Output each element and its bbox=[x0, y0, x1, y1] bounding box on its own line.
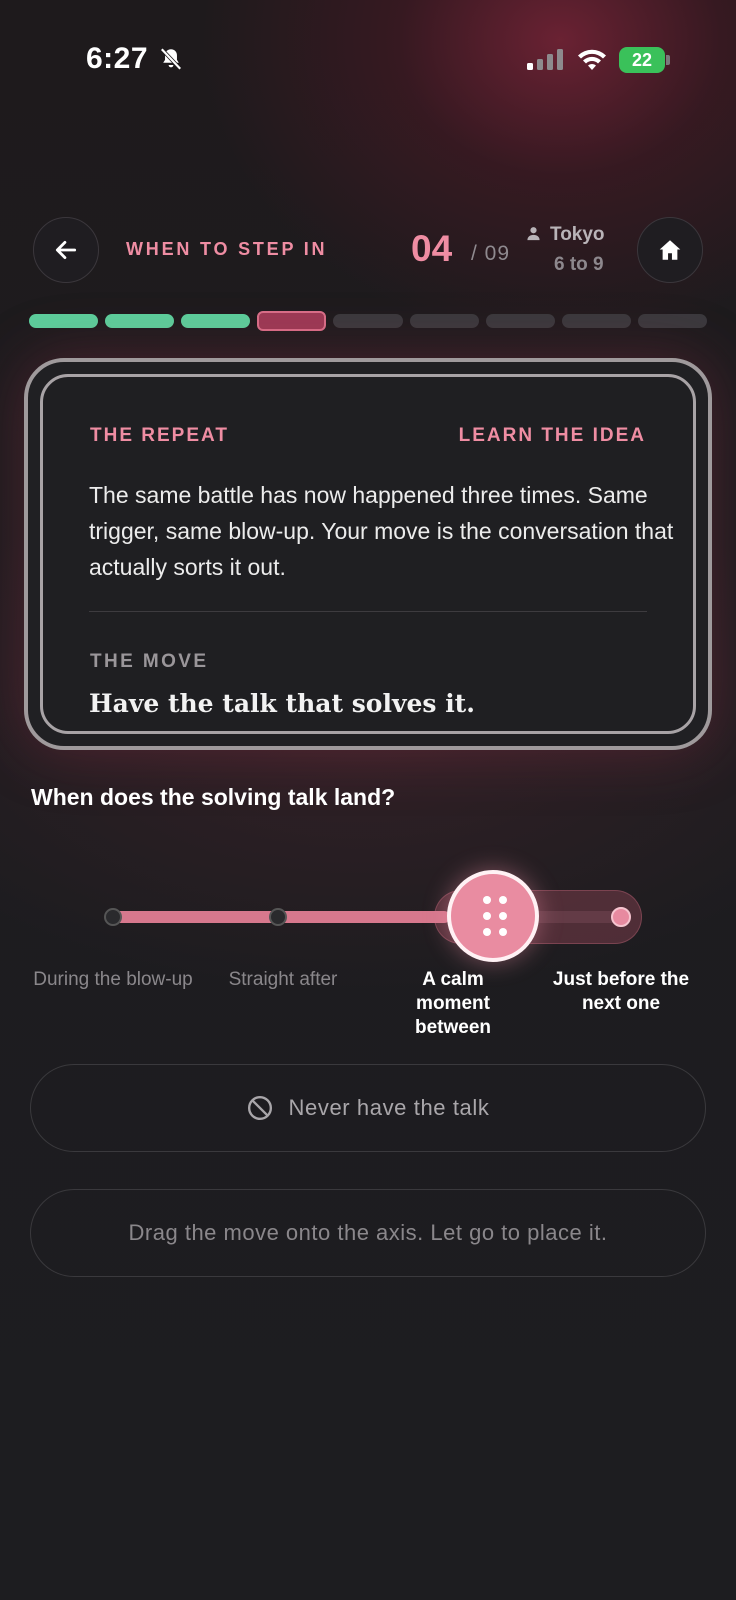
wifi-icon bbox=[578, 49, 606, 70]
never-button-label: Never have the talk bbox=[288, 1095, 490, 1120]
axis-label-calm-moment: A calm moment between bbox=[414, 969, 492, 1038]
question: When does the solving talk land? bbox=[31, 784, 396, 810]
axis-label-during: During the blow-up bbox=[33, 969, 193, 990]
progress-segment bbox=[257, 311, 327, 331]
move-drag-handle[interactable] bbox=[447, 870, 539, 962]
city-label: Tokyo bbox=[550, 224, 605, 245]
axis-label-before-next: Just before the next one bbox=[552, 969, 690, 1014]
page-title: WHEN TO STEP IN bbox=[126, 239, 328, 259]
card-label: THE REPEAT bbox=[90, 425, 229, 446]
progress-segment bbox=[409, 314, 479, 328]
progress-segment bbox=[333, 314, 403, 328]
battery-charging-icon: 22 bbox=[619, 47, 671, 73]
step-current: 04 bbox=[411, 228, 453, 269]
axis-stop-straight-after[interactable] bbox=[269, 908, 287, 926]
move-label: THE MOVE bbox=[90, 651, 209, 672]
learn-the-idea-link[interactable]: LEARN THE IDEA bbox=[459, 425, 646, 447]
move-text: Have the talk that solves it. bbox=[89, 689, 475, 718]
progress-segment bbox=[181, 314, 251, 328]
scenario-card: THE REPEAT LEARN THE IDEA The same battl… bbox=[24, 358, 712, 750]
status-time: 6:27 bbox=[86, 42, 149, 75]
progress-segment bbox=[485, 314, 555, 328]
ban-icon bbox=[247, 1095, 272, 1121]
back-button[interactable] bbox=[33, 217, 99, 283]
signal-icon bbox=[527, 49, 563, 70]
progress-bar bbox=[29, 311, 707, 331]
card-body: The same battle has now happened three t… bbox=[89, 482, 674, 580]
never-have-talk-button[interactable]: Never have the talk bbox=[30, 1064, 706, 1152]
card-divider bbox=[89, 611, 647, 612]
home-button[interactable] bbox=[637, 217, 703, 283]
axis-label-straight-after: Straight after bbox=[228, 969, 338, 990]
time-range: 6 to 9 bbox=[554, 254, 604, 275]
battery-level: 22 bbox=[631, 50, 653, 70]
progress-segment bbox=[105, 314, 175, 328]
bell-slash-icon bbox=[160, 47, 182, 71]
scenario-card-inner: THE REPEAT LEARN THE IDEA The same battl… bbox=[40, 374, 696, 734]
progress-segment bbox=[561, 314, 631, 328]
axis-stop-before-next[interactable] bbox=[611, 907, 631, 927]
progress-segment bbox=[637, 314, 707, 328]
home-icon bbox=[659, 240, 681, 260]
arrow-left-icon bbox=[55, 241, 77, 259]
axis-stop-during[interactable] bbox=[104, 908, 122, 926]
step-total: / 09 bbox=[471, 242, 511, 265]
progress-segment bbox=[29, 314, 99, 328]
person-icon bbox=[527, 227, 540, 241]
drag-grip-icon bbox=[483, 896, 507, 936]
instruction-hint: Drag the move onto the axis. Let go to p… bbox=[30, 1189, 706, 1277]
